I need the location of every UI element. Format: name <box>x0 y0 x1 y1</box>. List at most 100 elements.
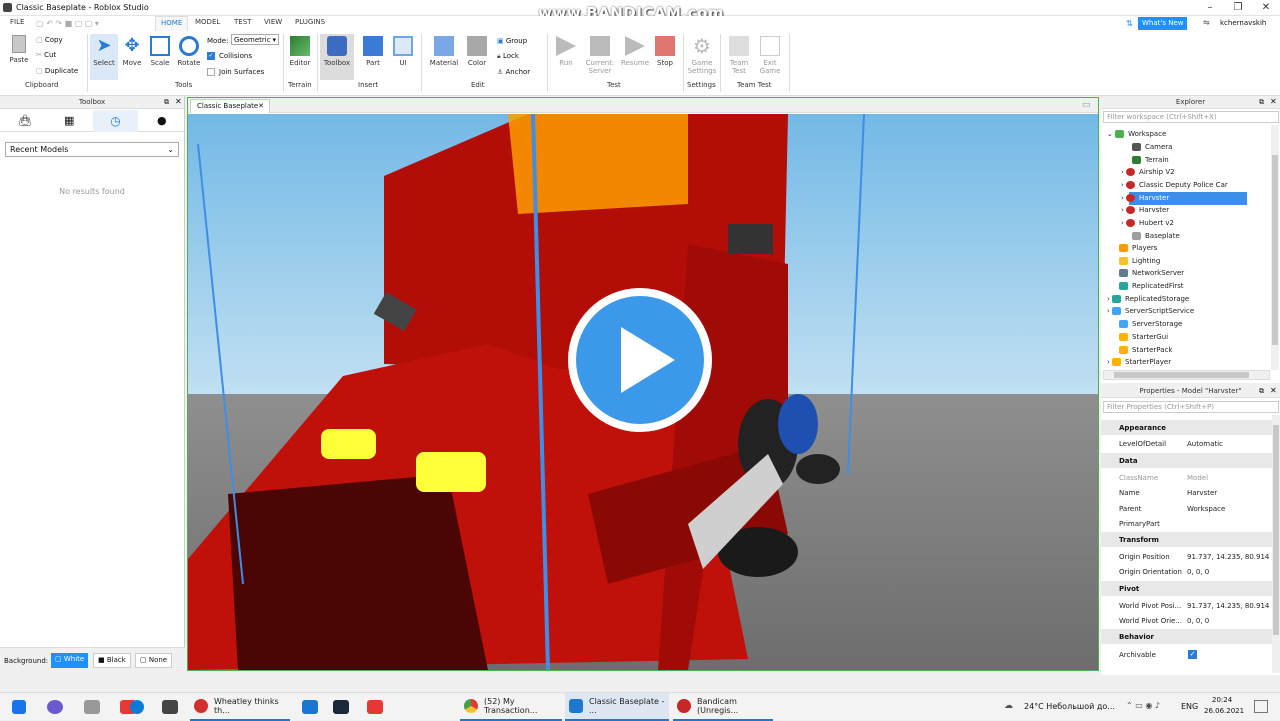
terrain-editor-button[interactable]: Editor <box>286 36 314 67</box>
tree-item-starter-player[interactable]: › StarterPlayer <box>1107 358 1171 366</box>
tab-marketplace[interactable]: 👜︎ <box>18 114 32 127</box>
prop-world-pivot-orientation[interactable]: World Pivot Orie... 0, 0, 0 <box>1101 613 1273 628</box>
tree-item-harvster-selected[interactable]: › Harvster <box>1121 194 1169 202</box>
menu-view[interactable]: VIEW <box>264 18 282 26</box>
edge-icon[interactable] <box>130 700 144 714</box>
scale-tool-button[interactable]: Scale <box>146 36 174 67</box>
tree-item-hubert[interactable]: › Hubert v2 <box>1121 219 1174 227</box>
dock-icon[interactable]: ⧉ <box>164 98 169 107</box>
tree-item-starter-pack[interactable]: StarterPack <box>1119 346 1172 354</box>
category-behavior[interactable]: Behavior <box>1101 629 1273 644</box>
join-surfaces-checkbox[interactable] <box>207 68 215 76</box>
current-server-button[interactable]: Current: Server <box>584 36 616 75</box>
toolbox-category-select[interactable]: Recent Models ⌄ <box>5 142 179 157</box>
tree-item-replicated-first[interactable]: ReplicatedFirst <box>1119 282 1184 290</box>
windows-start-icon[interactable] <box>12 700 26 714</box>
tree-item-camera[interactable]: Camera <box>1132 143 1172 151</box>
category-pivot[interactable]: Pivot <box>1101 581 1273 596</box>
3d-scene[interactable] <box>188 114 1098 670</box>
weather-text[interactable]: 24°C Небольшой до... <box>1024 702 1115 711</box>
prop-parent[interactable]: Parent Workspace <box>1101 501 1273 516</box>
properties-filter-input[interactable]: Filter Properties (Ctrl+Shift+P) <box>1103 401 1279 413</box>
prop-class-name[interactable]: ClassName Model <box>1101 470 1273 485</box>
task-view-icon[interactable] <box>84 700 100 714</box>
select-tool-button[interactable]: ➤ Select <box>90 34 118 80</box>
tree-item-starter-gui[interactable]: StarterGui <box>1119 333 1168 341</box>
whats-new-button[interactable]: What's New <box>1138 17 1188 30</box>
close-icon[interactable]: ✕ <box>1270 97 1277 106</box>
group-button[interactable]: ▣ Group <box>497 37 527 45</box>
collaborate-icon[interactable]: ⇅ <box>1126 19 1133 28</box>
lock-button[interactable]: 🔒︎ Lock <box>497 52 519 61</box>
tree-item-police-car[interactable]: › Classic Deputy Police Car <box>1121 181 1228 189</box>
tree-item-lighting[interactable]: Lighting <box>1119 257 1160 265</box>
prop-archivable[interactable]: Archivable ✓ <box>1101 647 1273 662</box>
run-button[interactable]: Run <box>552 36 580 67</box>
rotate-tool-button[interactable]: Rotate <box>175 36 203 67</box>
dock-icon[interactable]: ⧉ <box>1259 387 1264 396</box>
language-indicator[interactable]: ENG <box>1181 702 1198 711</box>
mail-icon[interactable] <box>302 700 318 714</box>
maximize-button[interactable]: ❐ <box>1224 0 1252 15</box>
clock-date[interactable]: 26.06.2021 <box>1204 707 1244 715</box>
bg-black-button[interactable]: ■ Black <box>93 653 131 668</box>
prop-origin-orientation[interactable]: Origin Orientation 0, 0, 0 <box>1101 564 1273 579</box>
close-icon[interactable]: ✕ <box>175 97 182 106</box>
horizontal-scrollbar[interactable] <box>1103 370 1270 380</box>
category-data[interactable]: Data <box>1101 453 1273 468</box>
mode-select[interactable]: Geometric ▾ <box>231 34 279 45</box>
color-button[interactable]: Color <box>463 36 491 67</box>
tree-item-terrain[interactable]: Terrain <box>1132 156 1169 164</box>
bg-none-button[interactable]: ▢ None <box>135 653 173 668</box>
tree-item-replicated-storage[interactable]: › ReplicatedStorage <box>1107 295 1189 303</box>
paste-button[interactable]: Paste <box>5 35 33 64</box>
tree-item-airship[interactable]: › Airship V2 <box>1121 168 1175 176</box>
duplicate-button[interactable]: ▢ Duplicate <box>36 67 78 75</box>
steam-icon[interactable] <box>333 700 349 714</box>
archivable-checkbox[interactable]: ✓ <box>1188 650 1197 659</box>
explorer-filter-input[interactable]: Filter workspace (Ctrl+Shift+X) <box>1103 111 1279 123</box>
share-icon[interactable]: ⇋ <box>1203 18 1210 27</box>
category-transform[interactable]: Transform <box>1101 532 1273 547</box>
resume-button[interactable]: Resume <box>619 36 651 67</box>
store-icon[interactable] <box>162 700 178 714</box>
vertical-scrollbar[interactable] <box>1271 125 1279 370</box>
tree-item-server-storage[interactable]: ServerStorage <box>1119 320 1182 328</box>
tree-item-baseplate[interactable]: Baseplate <box>1132 232 1180 240</box>
menu-file[interactable]: FILE <box>10 18 24 26</box>
menu-home[interactable]: HOME <box>155 16 189 31</box>
menu-model[interactable]: MODEL <box>195 18 220 26</box>
material-button[interactable]: Material <box>430 36 458 67</box>
username[interactable]: kchernavskih <box>1220 19 1266 27</box>
ui-button[interactable]: UI <box>389 36 417 67</box>
quick-access-icons[interactable]: ▢ ↶ ↷ ■ ▢ ▢ ▾ <box>36 19 148 28</box>
close-button[interactable]: ✕ <box>1252 0 1280 15</box>
youtube-icon[interactable] <box>367 700 383 714</box>
taskbar-app-bandicam[interactable]: Bandicam (Unregis... <box>673 693 773 721</box>
dock-icon[interactable]: ⧉ <box>1259 98 1264 107</box>
taskbar-app-roblox-studio[interactable]: Classic Baseplate - ... <box>565 693 669 721</box>
anchor-button[interactable]: ⚓︎ Anchor <box>497 68 530 76</box>
tab-recent[interactable]: ◷ <box>93 110 138 132</box>
weather-icon[interactable]: ☁ <box>1004 701 1013 711</box>
tab-inventory[interactable]: ▦ <box>64 114 74 127</box>
tree-item-network-server[interactable]: NetworkServer <box>1119 269 1184 277</box>
prop-origin-position[interactable]: Origin Position 91.737, 14.235, 80.914 <box>1101 549 1273 564</box>
notifications-icon[interactable] <box>1254 700 1268 713</box>
cut-button[interactable]: ✂ Cut <box>36 51 56 59</box>
taskbar-app-chrome[interactable]: (52) My Transaction... <box>460 693 562 721</box>
prop-primary-part[interactable]: PrimaryPart <box>1101 516 1273 531</box>
team-test-button[interactable]: Team Test <box>725 36 753 75</box>
prop-name[interactable]: Name Harvster <box>1101 485 1273 500</box>
close-icon[interactable]: ✕ <box>1270 386 1277 395</box>
close-icon[interactable]: ✕ <box>258 102 264 110</box>
minimize-button[interactable]: – <box>1196 0 1224 15</box>
copy-button[interactable]: ▢ Copy <box>36 36 63 44</box>
tree-item-players[interactable]: Players <box>1119 244 1157 252</box>
tree-item-workspace[interactable]: ⌄ Workspace <box>1107 130 1166 138</box>
tree-item-server-script-service[interactable]: › ServerScriptService <box>1107 307 1194 315</box>
toolbox-button[interactable]: Toolbox <box>320 34 354 80</box>
stop-button[interactable]: Stop <box>651 36 679 67</box>
tree-item-harvster[interactable]: › Harvster <box>1121 206 1169 214</box>
menu-plugins[interactable]: PLUGINS <box>295 18 325 26</box>
